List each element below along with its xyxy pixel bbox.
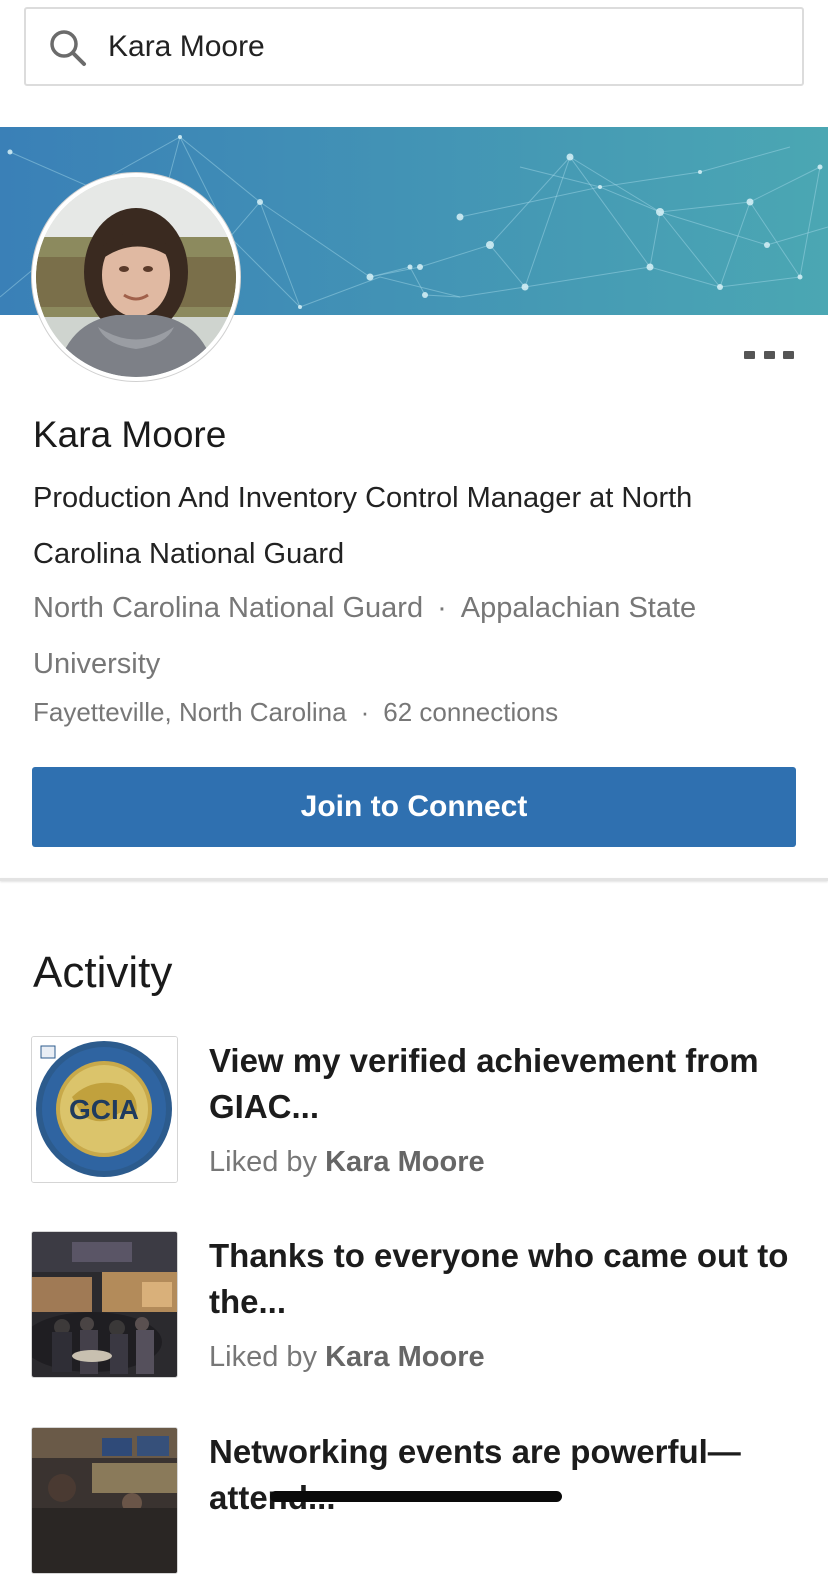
activity-liked-by: Liked by Kara Moore [209,1341,485,1374]
activity-item[interactable]: Networking events are powerful— attend..… [0,1427,828,1577]
profile-photo [36,177,236,377]
liked-by-prefix: Liked by [209,1341,318,1373]
activity-title[interactable]: Thanks to everyone who came out to the..… [209,1233,799,1325]
profile-company: North Carolina National Guard [33,592,424,624]
event-photo-icon [32,1428,177,1573]
profile-company-school: North Carolina National Guard · Appalachia… [33,580,803,692]
more-dot [763,351,775,359]
search-bar[interactable] [24,7,804,86]
search-input[interactable] [108,9,788,84]
search-icon [48,28,88,68]
activity-thumbnail [31,1231,178,1378]
more-dot [783,351,794,359]
liked-by-name: Kara Moore [325,1146,485,1178]
separator-dot: · [360,697,370,727]
section-divider [0,878,828,881]
activity-liked-by: Liked by Kara Moore [209,1146,485,1179]
profile-location-line: Fayetteville, North Carolina · 62 connecti… [33,697,558,728]
gcia-badge-icon: GCIA [32,1037,177,1182]
activity-item[interactable]: Thanks to everyone who came out to the..… [0,1231,828,1381]
activity-thumbnail: GCIA [31,1036,178,1183]
activity-heading: Activity [33,948,173,997]
profile-name: Kara Moore [33,414,227,455]
home-indicator[interactable] [270,1491,562,1502]
liked-by-name: Kara Moore [325,1341,485,1373]
profile-headline: Production And Inventory Control Manager… [33,482,693,570]
activity-item[interactable]: GCIA View my verified achievement from G… [0,1036,828,1186]
activity-title[interactable]: Networking events are powerful— attend..… [209,1429,799,1521]
more-dot [744,351,755,359]
profile-connections: 62 connections [383,697,559,727]
activity-thumbnail [31,1427,178,1574]
join-to-connect-button[interactable]: Join to Connect [32,767,796,847]
liked-by-prefix: Liked by [209,1146,318,1178]
activity-title[interactable]: View my verified achievement from GIAC..… [209,1038,799,1130]
profile-location: Fayetteville, North Carolina [33,697,347,727]
avatar[interactable] [32,173,240,381]
more-options-icon[interactable] [744,340,794,370]
event-photo-icon [32,1232,177,1377]
separator-dot: · [437,592,447,624]
svg-text:GCIA: GCIA [69,1094,139,1125]
